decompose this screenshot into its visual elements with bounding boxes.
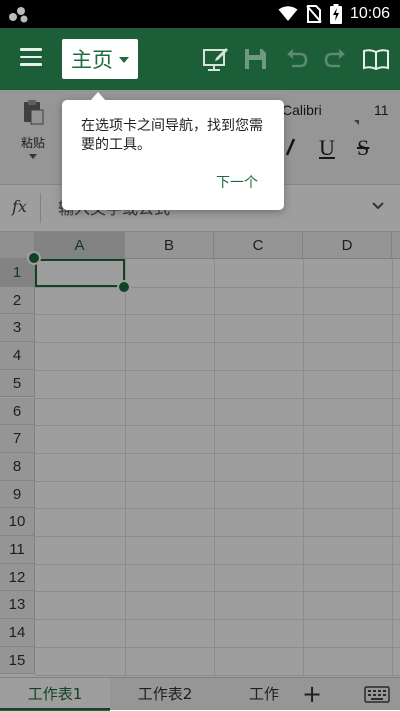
wifi-icon: [278, 6, 298, 21]
app-icon: [9, 7, 28, 23]
hamburger-menu-icon[interactable]: [20, 48, 42, 66]
battery-charging-icon: [329, 4, 342, 24]
popover-arrow: [90, 92, 106, 101]
status-bar: 10:06: [0, 0, 400, 28]
save-icon[interactable]: [242, 46, 270, 72]
chevron-down-icon: [119, 57, 129, 63]
tab-home-label: 主页: [71, 48, 113, 72]
draw-pen-icon[interactable]: [202, 46, 230, 72]
clock: 10:06: [349, 5, 390, 22]
reading-view-icon[interactable]: [362, 46, 390, 72]
undo-icon[interactable]: [282, 46, 310, 72]
coach-mark-popover: 在选项卡之间导航，找到您需要的工具。 下一个: [62, 92, 284, 210]
redo-icon[interactable]: [322, 46, 350, 72]
no-sim-icon: [306, 5, 322, 23]
title-bar: 主页: [0, 28, 400, 90]
tab-home[interactable]: 主页: [62, 39, 138, 79]
popover-message: 在选项卡之间导航，找到您需要的工具。: [81, 118, 263, 153]
next-button[interactable]: 下一个: [216, 172, 258, 192]
